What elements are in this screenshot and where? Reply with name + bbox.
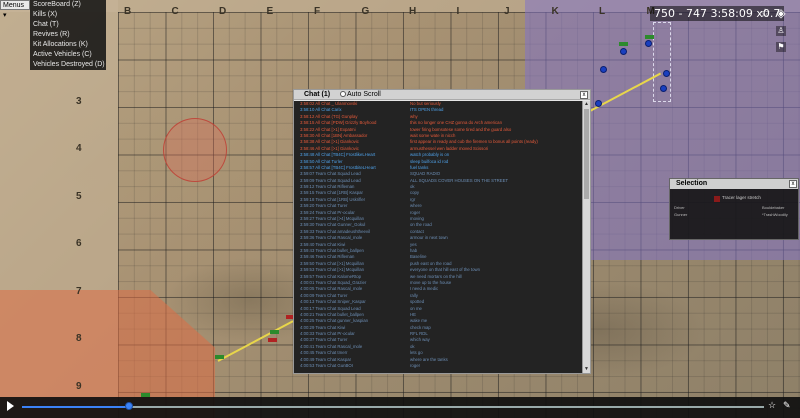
menus-button-label: Menus (3, 2, 25, 9)
selection-row-label: Gunner (674, 212, 688, 217)
star-icon[interactable]: ☆ (758, 6, 772, 20)
friendly-unit[interactable] (595, 100, 602, 107)
capture-point-circle[interactable] (163, 118, 227, 182)
timeline-progress (22, 406, 128, 408)
friendly-unit[interactable] (620, 48, 627, 55)
menus-button[interactable]: Menus ▾ (0, 0, 30, 19)
map-column-label: F (314, 6, 321, 17)
auto-scroll-radio-icon[interactable] (340, 91, 346, 97)
chat-row-meta: 4:00:53 Team Chat GunBOI (300, 363, 353, 369)
scroll-down-icon[interactable]: ▼ (583, 366, 590, 373)
timeline-track[interactable] (22, 406, 764, 408)
map-row-label: 8 (76, 333, 82, 344)
menu-item-kills[interactable]: Kills (X) (30, 10, 106, 20)
settings-wrench-icon[interactable]: ✎ (783, 400, 791, 411)
selection-row-label: Driver (674, 205, 685, 210)
map-column-label: E (266, 6, 274, 17)
scroll-thumb[interactable] (584, 109, 589, 199)
map-row-label: 4 (76, 143, 82, 154)
menu-item-active-vehicles[interactable]: Active Vehicles (C) (30, 50, 106, 60)
timeline-scrubber[interactable] (125, 402, 133, 410)
selection-row-value: *TrashWoodily (762, 212, 788, 217)
map-column-label: H (409, 6, 417, 17)
auto-scroll-label: Auto Scroll (347, 91, 381, 98)
map-column-label: K (551, 6, 559, 17)
team-color-swatch (714, 196, 720, 202)
vehicle-marker[interactable] (619, 42, 628, 46)
selected-vehicle-name: Tracer lager stretch (722, 195, 761, 200)
map-row-label: 5 (76, 190, 82, 202)
selection-title: Selection (670, 179, 798, 189)
map-column-label: D (219, 6, 227, 17)
scroll-up-icon[interactable]: ▲ (583, 101, 590, 108)
map-row-label: 9 (76, 380, 82, 392)
chat-header: Chat (1) Auto Scroll x (294, 90, 590, 100)
chat-row-message: roger (410, 363, 421, 369)
map-column-label: C (171, 6, 179, 17)
map-column-label: B (124, 6, 132, 17)
friendly-unit[interactable] (663, 70, 670, 77)
chat-scrollbar[interactable]: ▲ ▼ (582, 101, 590, 373)
menu-item-kit-allocations[interactable]: Kit Allocations (K) (30, 40, 106, 50)
chat-message-list: 3:58:02 All Chat _ Ulanmovski No but seri… (294, 101, 582, 373)
play-icon[interactable] (7, 401, 14, 411)
enemy-marker[interactable] (268, 338, 277, 342)
layers-icon[interactable]: ◈ (774, 6, 788, 20)
bookmark-star-icon[interactable]: ☆ (768, 400, 776, 411)
vehicle-marker[interactable] (645, 35, 654, 39)
friendly-unit[interactable] (645, 40, 652, 47)
map-column-label: L (599, 6, 606, 17)
map-column-label: G (361, 6, 370, 17)
selection-panel: Selection x Tracer lager stretch Driver … (669, 178, 799, 240)
auto-scroll-toggle[interactable]: Auto Scroll (340, 91, 381, 99)
menu-item-revives[interactable]: Revives (R) (30, 30, 106, 40)
playback-timeline: ☆ ✎ (0, 397, 800, 418)
map-column-label: J (504, 6, 510, 17)
vehicle-marker[interactable] (215, 355, 224, 359)
friendly-unit[interactable] (600, 66, 607, 73)
map-row-label: 6 (76, 238, 82, 249)
vehicle-marker[interactable] (270, 330, 279, 334)
menus-dropdown: ScoreBoard (Z) Kills (X) Chat (T) Revive… (30, 0, 106, 70)
map-row-label: 3 (76, 95, 82, 107)
menu-item-vehicles-destroyed[interactable]: Vehicles Destroyed (D) (30, 60, 106, 70)
chat-row: 4:00:53 Team Chat GunBOI roger (294, 363, 582, 369)
menu-item-scoreboard[interactable]: ScoreBoard (Z) (30, 0, 106, 10)
selection-row-value: Bouldebaker (762, 205, 785, 210)
player-icon[interactable]: ♙ (776, 26, 786, 36)
chat-close-button[interactable]: x (580, 91, 588, 99)
chat-tab[interactable]: Chat (1) (304, 90, 330, 100)
map-column-label: I (456, 6, 460, 17)
map-row-label: 7 (76, 285, 82, 297)
friendly-unit[interactable] (660, 85, 667, 92)
chat-window: Chat (1) Auto Scroll x 3:58:02 All Chat … (293, 89, 591, 374)
filter-icon[interactable]: ⚑ (776, 42, 786, 52)
selection-close-button[interactable]: x (789, 180, 797, 188)
menu-item-chat[interactable]: Chat (T) (30, 20, 106, 30)
